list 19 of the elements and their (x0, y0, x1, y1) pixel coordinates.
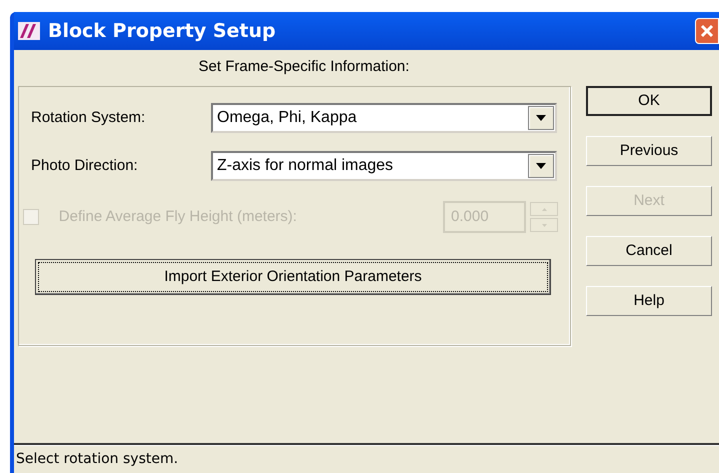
field-label: Rotation System: (31, 108, 146, 128)
import-button[interactable]: Import Exterior Orientation Parameters (35, 259, 551, 295)
spin-down-button[interactable] (530, 218, 558, 232)
dropdown[interactable]: Omega, Phi, Kappa (211, 103, 557, 133)
section-heading: Set Frame-Specific Information: (198, 57, 410, 77)
status-text: Select rotation system. (16, 450, 178, 468)
spin-up-button[interactable] (530, 202, 558, 216)
field-label: Photo Direction: (31, 156, 139, 176)
dialog-button[interactable]: Help (586, 286, 712, 316)
dialog-button[interactable]: OK (586, 86, 712, 116)
caret-icon (536, 163, 546, 169)
dialog-button[interactable]: Cancel (586, 236, 712, 266)
app-icon (18, 21, 40, 41)
close-icon (700, 24, 714, 38)
dropdown[interactable]: Z-axis for normal images (211, 151, 557, 181)
window-title: Block Property Setup (48, 18, 276, 44)
dialog-button[interactable]: Previous (586, 136, 712, 166)
caret-icon (536, 115, 546, 121)
close-button[interactable] (695, 18, 719, 44)
